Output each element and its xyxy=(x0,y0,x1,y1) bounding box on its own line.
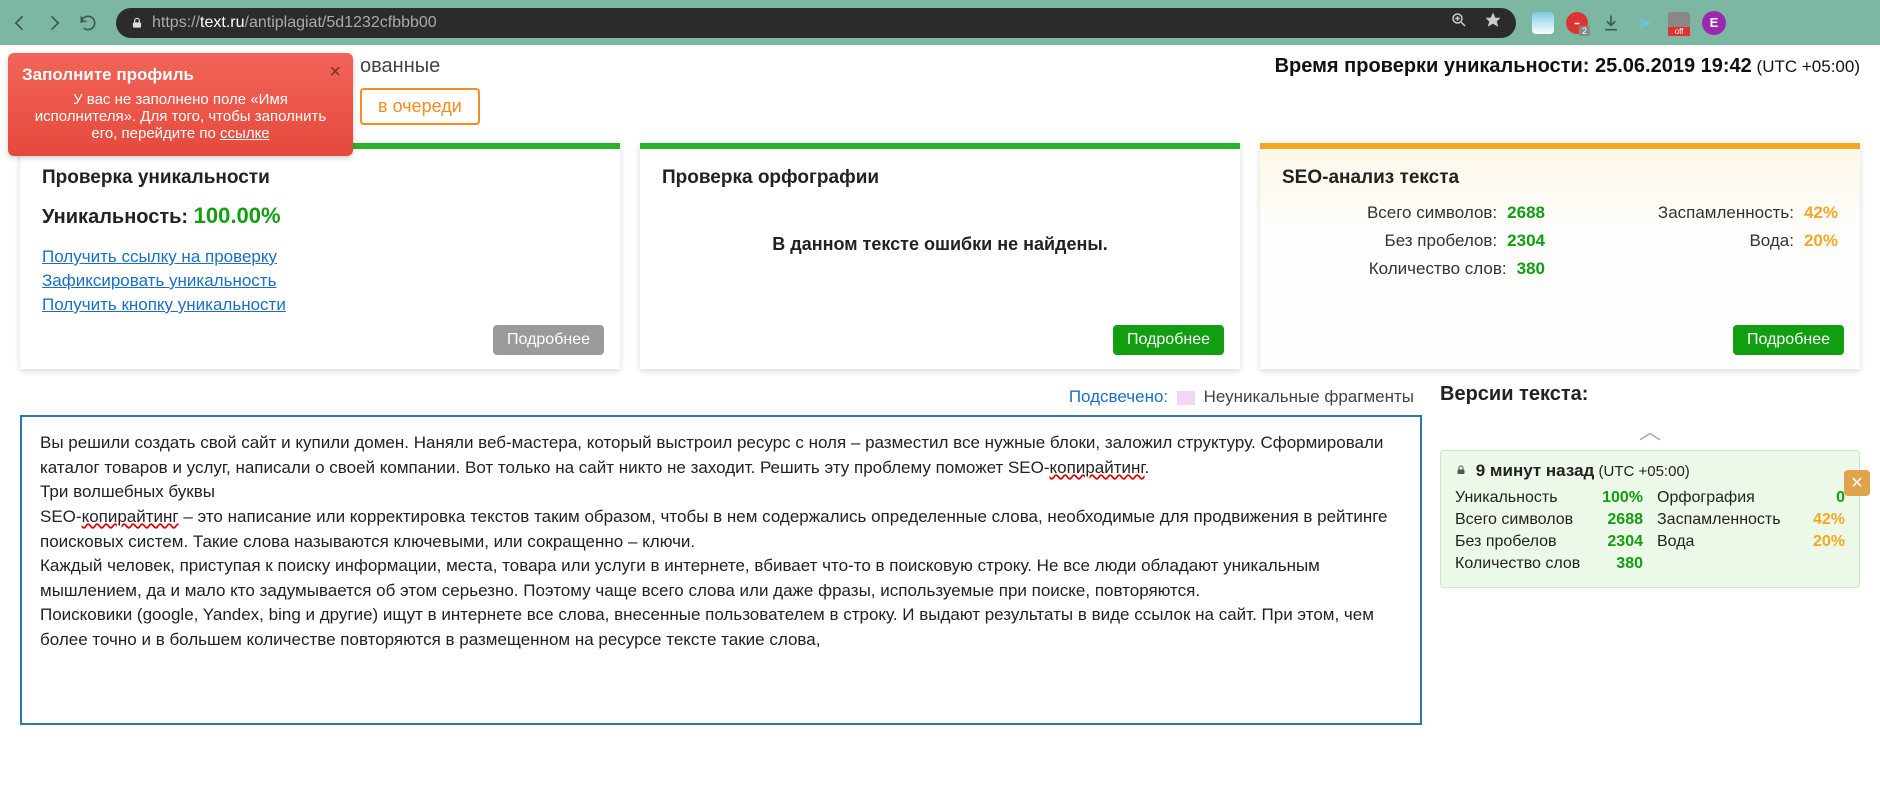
uniq-link-2[interactable]: Зафиксировать уникальность xyxy=(42,271,598,291)
uniq-link-3[interactable]: Получить кнопку уникальности xyxy=(42,295,598,315)
legend: Подсвечено: Неуникальные фрагменты xyxy=(20,383,1422,415)
seo-stat-row: Количество слов:380 xyxy=(1282,259,1545,279)
version-head: 9 минут назад (UTC +05:00) xyxy=(1455,461,1845,481)
star-icon[interactable] xyxy=(1484,11,1502,34)
alert-link[interactable]: ссылке xyxy=(220,125,270,142)
seo-more-button[interactable]: Подробнее xyxy=(1733,325,1844,355)
versions-panel: Версии текста: ︿ 9 минут назад (UTC +05:… xyxy=(1440,383,1860,725)
text-panel: Подсвечено: Неуникальные фрагменты Вы ре… xyxy=(20,383,1422,725)
alert-body: У вас не заполнено поле «Имя исполнителя… xyxy=(35,91,326,142)
download-icon[interactable] xyxy=(1600,12,1622,34)
ext-bird-icon[interactable] xyxy=(1532,12,1554,34)
zoom-icon[interactable] xyxy=(1450,11,1468,34)
truncated-word: ованные xyxy=(360,55,440,78)
chevron-up-icon[interactable]: ︿ xyxy=(1440,414,1860,446)
nav-buttons xyxy=(10,13,98,33)
url-text: https://text.ru/antiplagiat/5d1232cfbbb0… xyxy=(152,14,437,32)
version-stat-row: Уникальность100% xyxy=(1455,489,1643,507)
seo-stat-row: Заспамленность:42% xyxy=(1575,203,1838,223)
version-stat-row: Орфография0 xyxy=(1657,489,1845,507)
close-icon[interactable]: × xyxy=(329,61,341,84)
version-stat-row: Заспамленность42% xyxy=(1657,511,1845,529)
extensions: 2 off E xyxy=(1532,11,1726,35)
ext-off-icon[interactable]: off xyxy=(1668,12,1690,34)
ext-adblock-icon[interactable]: 2 xyxy=(1566,12,1588,34)
profile-avatar[interactable]: E xyxy=(1702,11,1726,35)
version-item[interactable]: 9 минут назад (UTC +05:00) Уникальность1… xyxy=(1440,450,1860,588)
legend-swatch xyxy=(1177,391,1195,405)
spell-more-button[interactable]: Подробнее xyxy=(1113,325,1224,355)
reload-icon[interactable] xyxy=(78,13,98,33)
version-stat-row: Всего символов2688 xyxy=(1455,511,1643,529)
main-textarea[interactable]: Вы решили создать свой сайт и купили дом… xyxy=(20,415,1422,725)
alert-title: Заполните профиль xyxy=(22,65,339,85)
uniqueness-card: Проверка уникальности Уникальность: 100.… xyxy=(20,143,620,369)
seo-title: SEO-анализ текста xyxy=(1282,167,1838,189)
uniq-more-button[interactable]: Подробнее xyxy=(493,325,604,355)
uniq-link-1[interactable]: Получить ссылку на проверку xyxy=(42,247,598,267)
forward-icon[interactable] xyxy=(44,13,64,33)
lock-icon xyxy=(130,16,144,30)
address-actions xyxy=(1450,11,1502,34)
spell-message: В данном тексте ошибки не найдены. xyxy=(662,234,1218,255)
back-icon[interactable] xyxy=(10,13,30,33)
seo-stat-row: Вода:20% xyxy=(1575,231,1838,251)
check-time: Время проверки уникальности: 25.06.2019 … xyxy=(1275,55,1860,78)
uniq-line: Уникальность: 100.00% xyxy=(42,203,598,229)
version-stat-row: Вода20% xyxy=(1657,533,1845,551)
version-stat-row: Количество слов380 xyxy=(1455,555,1643,573)
browser-chrome: https://text.ru/antiplagiat/5d1232cfbbb0… xyxy=(0,0,1880,45)
ext-badge-count: 2 xyxy=(1579,26,1590,36)
version-stat-row: Без пробелов2304 xyxy=(1455,533,1643,551)
versions-title: Версии текста: xyxy=(1440,383,1860,406)
address-bar[interactable]: https://text.ru/antiplagiat/5d1232cfbbb0… xyxy=(116,8,1516,38)
seo-stat-row: Без пробелов:2304 xyxy=(1282,231,1545,251)
seo-card: SEO-анализ текста Всего символов:2688 Без… xyxy=(1260,143,1860,369)
spell-title: Проверка орфографии xyxy=(662,167,1218,189)
side-close-button[interactable]: ✕ xyxy=(1844,470,1870,496)
queue-button[interactable]: в очереди xyxy=(360,88,480,125)
spellcheck-card: Проверка орфографии В данном тексте ошиб… xyxy=(640,143,1240,369)
uniq-title: Проверка уникальности xyxy=(42,167,598,189)
profile-alert: × Заполните профиль У вас не заполнено п… xyxy=(8,53,353,156)
lock-icon xyxy=(1455,461,1467,481)
ext-play-icon[interactable] xyxy=(1634,12,1656,34)
seo-stat-row: Всего символов:2688 xyxy=(1282,203,1545,223)
